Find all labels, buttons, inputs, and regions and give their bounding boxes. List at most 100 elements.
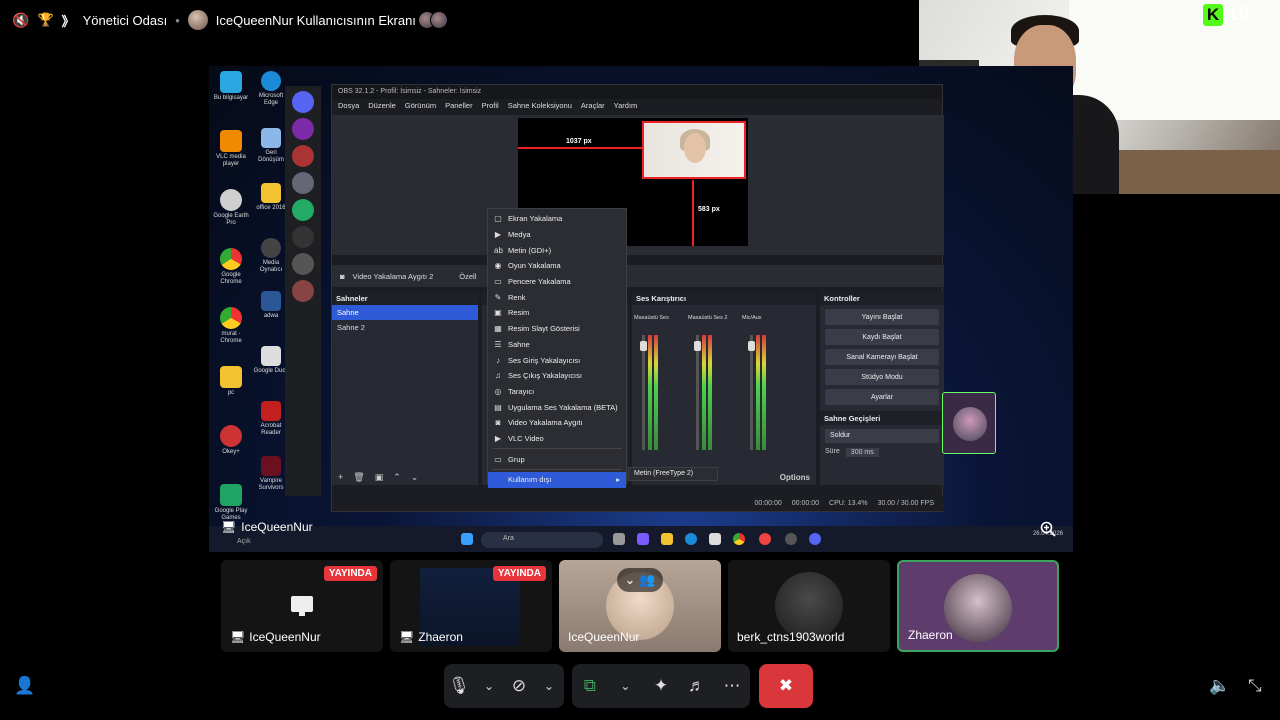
settings-button[interactable]: Ayarlar [825,389,939,405]
deprecated-submenu-item[interactable]: Kullanım dışı ▸ [488,472,626,488]
explorer-icon[interactable] [661,533,673,545]
volume-icon[interactable]: 🔈 [1209,676,1230,696]
menu-item[interactable]: Dosya [338,101,359,111]
desktop-icon[interactable]: Okey+ [211,425,251,477]
desktop-icon[interactable]: Media Oynatıcı [253,238,289,274]
participant-tile[interactable]: Zhaeron [897,560,1059,652]
desktop-icon[interactable]: Google Earth Pro [211,189,251,241]
trash-icon[interactable]: 🗑 [353,472,364,483]
shared-screen[interactable]: Bu bilgisayar VLC media player Google Ea… [209,66,1073,552]
viewer-avatars[interactable] [417,11,448,29]
desktop-icon[interactable]: pc [211,366,251,418]
deprecated-submenu[interactable]: Metin (FreeType 2) [628,467,718,481]
menu-item[interactable]: ab Metin (GDI+) [488,242,626,258]
task-view-icon[interactable] [613,533,625,545]
desktop-icon[interactable]: Acrobat Reader [253,401,289,437]
menu-item[interactable]: ✎ Renk [488,289,626,305]
menu-item[interactable]: ▶ VLC Video [488,431,626,447]
menu-item[interactable]: Paneller [445,101,473,111]
chrome-profile-icon[interactable] [759,533,771,545]
side-participant-tile[interactable] [942,392,996,454]
mixer-channel[interactable]: Masaüstü Ses 2 [688,315,732,465]
camera-off-icon[interactable]: ⊘ [506,676,532,696]
chevron-down-icon[interactable]: ⌄ [476,679,502,693]
menu-item[interactable]: Araçlar [581,101,605,111]
properties-button[interactable]: Özell [459,272,476,281]
tile-menu-button[interactable]: ⌄ 👥 [617,568,663,592]
group-menu-item[interactable]: ▭ Grup [488,451,626,467]
windows-start-icon[interactable] [461,533,473,545]
microphone-icon[interactable]: 🎙 [446,676,472,696]
menu-item[interactable]: ☰ Sahne [488,337,626,353]
menu-item[interactable]: Yardım [614,101,638,111]
desktop-icon[interactable]: Microsoft Edge [253,71,289,107]
scene-item[interactable]: Sahne [332,305,478,320]
discord-taskbar-icon[interactable] [809,533,821,545]
menu-item[interactable]: Sahne Koleksiyonu [508,101,572,111]
desktop-icon[interactable]: VLC media player [211,130,251,182]
menu-item[interactable]: ▢ Ekran Yakalama [488,211,626,227]
participant-tile[interactable]: YAYINDA 🖥 Zhaeron [390,560,552,652]
menu-item[interactable]: ▤ Uygulama Ses Yakalama (BETA) [488,399,626,415]
desktop-icon[interactable]: Geri Dönüşüm [253,128,289,164]
desktop-icon[interactable]: Google Chrome [211,248,251,300]
desktop-icon[interactable]: murat - Chrome [211,307,251,359]
virtual-camera-button[interactable]: Sanal Kamerayı Başlat [825,349,939,365]
obs-window[interactable]: OBS 32.1.2 - Profil: İsimsiz - Sahneler:… [331,84,944,512]
scene-item[interactable]: Sahne 2 [332,320,478,335]
copilot-icon[interactable] [637,533,649,545]
channel-name[interactable]: Yönetici Odası [83,13,168,28]
zoom-in-icon[interactable] [1040,521,1056,537]
menu-item[interactable]: ◎ Tarayıcı [488,384,626,400]
camera-source[interactable] [642,121,746,179]
menu-item[interactable]: ▭ Pencere Yakalama [488,274,626,290]
edge-icon[interactable] [685,533,697,545]
participant-tile[interactable]: berk_ctns1903world [728,560,890,652]
add-user-icon[interactable]: 👤 [14,676,35,696]
menu-item[interactable]: ♫ Ses Çıkış Yakalayıcısı [488,368,626,384]
menu-item[interactable]: ▶ Medya [488,227,626,243]
menu-item[interactable]: ◙ Video Yakalama Aygıtı [488,415,626,431]
taskbar-search[interactable]: Ara [481,532,603,548]
screen-share-icon[interactable]: ⧉ [577,676,603,696]
filter-icon[interactable]: ▣ [375,472,384,483]
start-recording-button[interactable]: Kaydı Başlat [825,329,939,345]
transition-select[interactable]: Soldur [825,429,939,443]
more-icon[interactable]: ⋯ [719,676,745,696]
activities-icon[interactable]: ✦ [648,676,674,696]
menu-item[interactable]: ▣ Resim [488,305,626,321]
leave-call-button[interactable]: ✖ [759,664,813,708]
mixer-channel[interactable]: Masaüstü Ses [634,315,678,465]
desktop-icon[interactable]: office 2016 [253,183,289,212]
participant-tile[interactable]: ⌄ 👥 IceQueenNur [559,560,721,652]
options-button[interactable]: Options [780,473,810,482]
chevron-down-icon[interactable]: ⌄ [612,679,638,693]
up-icon[interactable]: ⌃ [393,472,401,483]
chevron-down-icon[interactable]: ⌄ [536,679,562,693]
obs-taskbar-icon[interactable] [785,533,797,545]
start-stream-button[interactable]: Yayını Başlat [825,309,939,325]
desktop-icon[interactable]: Vampire Survivors [253,456,289,492]
participant-tile[interactable]: YAYINDA 🖥 IceQueenNur [221,560,383,652]
exit-fullscreen-icon[interactable]: ⤡ [1248,676,1262,696]
menu-item[interactable]: Düzenle [368,101,396,111]
menu-item[interactable]: ♪ Ses Giriş Yakalayıcısı [488,352,626,368]
add-icon[interactable]: + [338,472,343,482]
store-icon[interactable] [709,533,721,545]
mixer-channel[interactable]: Mic/Aux [742,315,786,465]
chrome-icon[interactable] [733,533,745,545]
menu-item[interactable]: ◉ Oyun Yakalama [488,258,626,274]
down-icon[interactable]: ⌄ [411,472,419,483]
desktop-icon[interactable]: Google Duck [253,346,289,375]
speaker-muted-icon[interactable]: 🔇 [12,12,29,29]
menu-item[interactable]: ▦ Resim Slayt Gösterisi [488,321,626,337]
studio-mode-button[interactable]: Stüdyo Modu [825,369,939,385]
menu-item[interactable]: Görünüm [405,101,436,111]
obs-preview[interactable]: 1037 px 583 px [332,115,944,255]
menu-item[interactable]: Profil [482,101,499,111]
soundboard-icon[interactable]: ♬ [684,676,710,696]
duration-input[interactable]: 300 ms [845,448,879,457]
desktop-icon[interactable]: Bu bilgisayar [211,71,251,123]
activity-controls: ⧉ ⌄ ✦ ♬ ⋯ [572,664,750,708]
desktop-icon[interactable]: adwa [253,291,289,320]
